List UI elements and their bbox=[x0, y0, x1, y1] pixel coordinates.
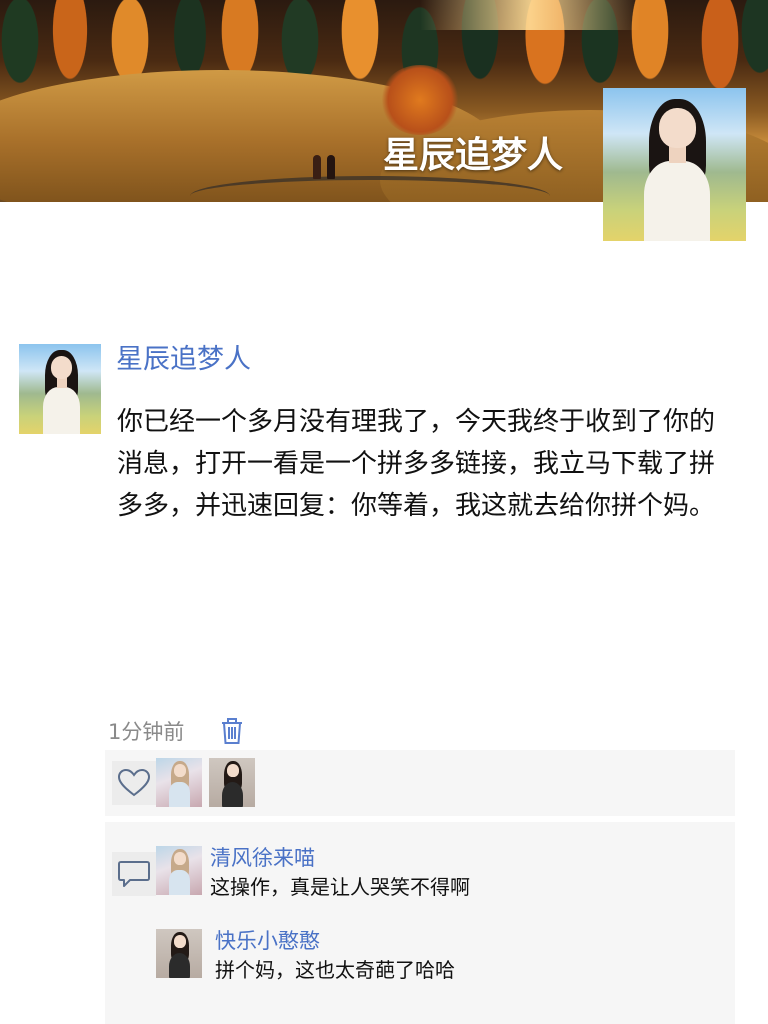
avatar-portrait bbox=[156, 929, 202, 978]
commenter-avatar[interactable] bbox=[156, 929, 202, 978]
post-text: 你已经一个多月没有理我了，今天我终于收到了你的消息，打开一看是一个拼多多链接，我… bbox=[117, 407, 716, 521]
avatar-dress bbox=[42, 387, 81, 434]
comment-author[interactable]: 快乐小憨憨 bbox=[215, 927, 320, 955]
avatar-portrait bbox=[603, 88, 746, 241]
comment-icon[interactable] bbox=[112, 852, 156, 896]
profile-avatar[interactable] bbox=[603, 88, 746, 241]
comment-text: 拼个妈，这也太奇葩了哈哈 bbox=[215, 958, 455, 982]
post-timestamp: 1分钟前 bbox=[108, 720, 185, 744]
avatar-dress bbox=[169, 781, 191, 807]
post-author-name[interactable]: 星辰追梦人 bbox=[116, 343, 251, 377]
avatar-portrait bbox=[209, 758, 255, 807]
trash-icon[interactable] bbox=[220, 716, 244, 746]
profile-display-name: 星辰追梦人 bbox=[383, 135, 564, 176]
orange-tree bbox=[380, 65, 460, 135]
avatar-face bbox=[658, 107, 696, 148]
liker-avatar[interactable] bbox=[156, 758, 202, 807]
heart-icon[interactable] bbox=[112, 761, 156, 805]
walker-figure bbox=[313, 155, 321, 179]
avatar-portrait bbox=[19, 344, 101, 434]
comments-panel: 清风徐来喵 这操作，真是让人哭笑不得啊 快乐小憨憨 拼个妈，这也太奇葩了哈哈 bbox=[105, 822, 735, 1024]
post-author-avatar[interactable] bbox=[19, 344, 101, 434]
avatar-face bbox=[173, 764, 186, 778]
sunlight-glow bbox=[420, 0, 640, 30]
avatar-dress bbox=[169, 869, 191, 895]
commenter-avatar[interactable] bbox=[156, 846, 202, 895]
walker-figure bbox=[327, 155, 335, 179]
likes-panel bbox=[105, 750, 735, 816]
liker-avatar[interactable] bbox=[209, 758, 255, 807]
avatar-dress bbox=[644, 161, 711, 241]
avatar-portrait bbox=[156, 758, 202, 807]
avatar-face bbox=[226, 764, 239, 778]
avatar-face bbox=[50, 355, 73, 380]
comment-author[interactable]: 清风徐来喵 bbox=[210, 844, 315, 872]
avatar-face bbox=[173, 935, 186, 949]
comment-text: 这操作，真是让人哭笑不得啊 bbox=[210, 875, 470, 899]
avatar-face bbox=[173, 852, 186, 866]
avatar-portrait bbox=[156, 846, 202, 895]
